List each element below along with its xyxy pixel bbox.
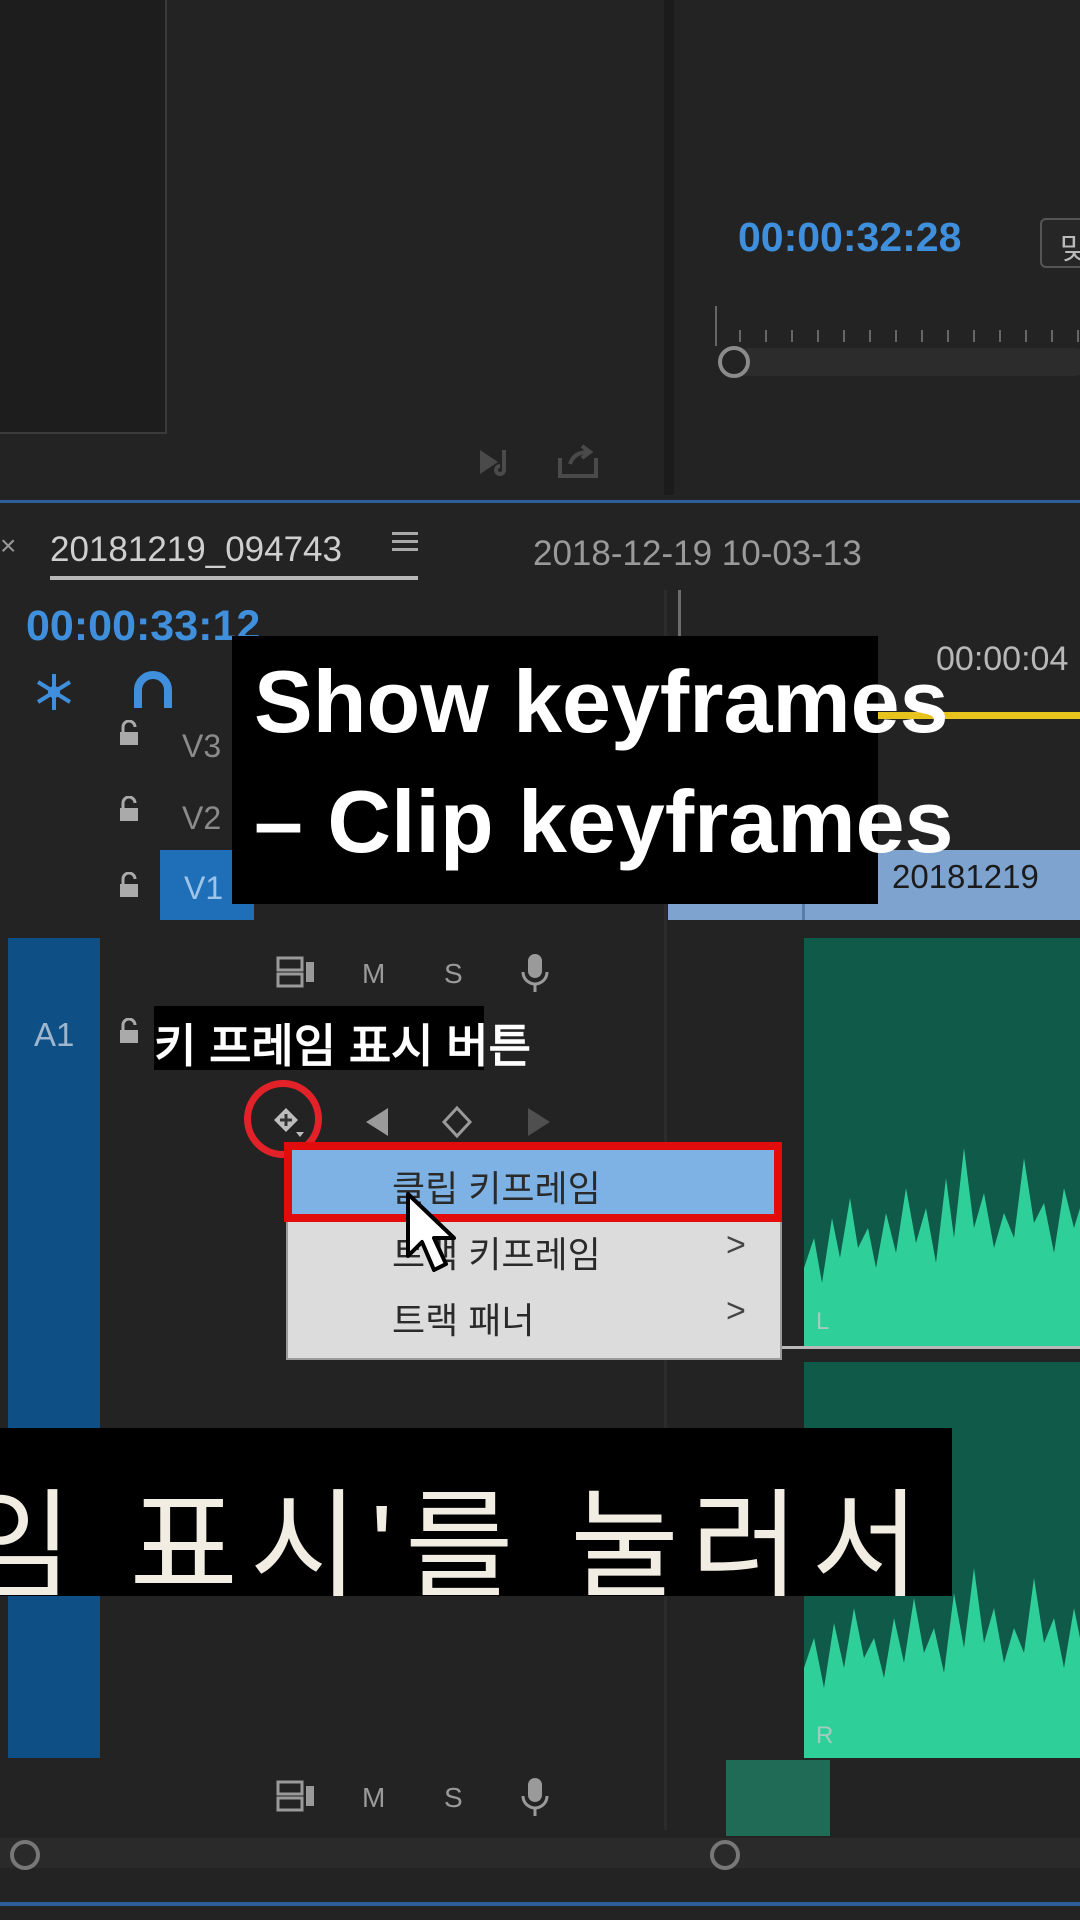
sync-lock-icon[interactable] (276, 1778, 316, 1817)
mute-track-button[interactable]: M (362, 958, 385, 990)
panel-focus-border (0, 500, 1080, 503)
zoom-fit-dropdown[interactable]: 맞 (1040, 218, 1080, 268)
sequence-tab[interactable]: 20181219_094743 (50, 530, 418, 580)
solo-track-button[interactable]: S (444, 1782, 463, 1814)
source-monitor-frame (0, 0, 167, 434)
solo-track-button[interactable]: S (444, 958, 463, 990)
lock-icon[interactable] (118, 795, 140, 822)
insert-icon[interactable] (476, 444, 520, 480)
submenu-arrow: > (726, 1292, 746, 1330)
prev-keyframe-icon[interactable] (362, 1106, 392, 1138)
timeline-scrollbar[interactable] (0, 1838, 1080, 1868)
next-keyframe-icon[interactable] (524, 1106, 554, 1138)
sequence-tab-inactive[interactable]: 2018-12-19 10-03-13 (533, 534, 862, 574)
lock-icon[interactable] (118, 719, 140, 746)
source-patch-a1[interactable] (8, 938, 100, 1758)
scroll-handle-left[interactable] (10, 1840, 40, 1870)
export-frame-icon[interactable] (556, 444, 600, 480)
track-label-a1[interactable]: A1 (34, 1016, 74, 1054)
mute-track-button[interactable]: M (362, 1782, 385, 1814)
program-mini-ruler (714, 306, 1080, 346)
panel-focus-border (0, 1902, 1080, 1906)
nest-icon[interactable] (30, 668, 78, 716)
track-label-v1[interactable]: V1 (184, 870, 223, 907)
panel-menu-icon[interactable] (392, 530, 418, 554)
english-caption-line2: – Clip keyframes (254, 772, 954, 871)
audio-volume-line[interactable] (780, 1346, 1080, 1349)
korean-subtitle-text: 임 표시'를 눌러서 (0, 1481, 932, 1596)
lock-icon[interactable] (118, 871, 140, 898)
korean-label-text: 키 프레임 표시 버튼 (154, 1020, 531, 1072)
ruler-time-label: 00:00:04 (936, 640, 1069, 678)
channel-left-label: L (816, 1308, 830, 1335)
korean-label-caption: 키 프레임 표시 버튼 (154, 1006, 531, 1072)
panel-divider[interactable] (664, 0, 674, 495)
program-scrollbar[interactable] (718, 348, 1080, 376)
audio-waveform-left[interactable] (804, 938, 1080, 1348)
zoom-fit-label: 맞 (1060, 233, 1080, 266)
close-tab-icon[interactable]: × (0, 530, 16, 562)
track-label-v2[interactable]: V2 (182, 800, 221, 837)
lock-icon[interactable] (118, 1017, 140, 1044)
audio-clip-a2[interactable] (726, 1760, 830, 1836)
submenu-arrow: > (726, 1226, 746, 1264)
menu-item-track-panner[interactable]: 트랙 패너 (392, 1292, 534, 1344)
track-label-v3[interactable]: V3 (182, 728, 221, 765)
snap-magnet-icon[interactable] (132, 670, 174, 712)
mic-icon[interactable] (520, 952, 550, 999)
english-caption-line1: Show keyframes (254, 652, 949, 751)
add-keyframe-icon[interactable] (440, 1104, 474, 1140)
program-timecode[interactable]: 00:00:32:28 (738, 214, 961, 261)
mouse-cursor-icon (404, 1190, 462, 1278)
korean-subtitle-box: 임 표시'를 눌러서 (0, 1428, 952, 1596)
timeline-timecode[interactable]: 00:00:33:12 (26, 602, 260, 651)
sync-lock-icon[interactable] (276, 954, 316, 993)
mic-icon[interactable] (520, 1776, 550, 1823)
channel-right-label: R (816, 1722, 834, 1749)
program-scroll-handle[interactable] (718, 346, 750, 378)
scroll-handle-right[interactable] (710, 1840, 740, 1870)
menu-item-red-highlight (284, 1142, 782, 1222)
